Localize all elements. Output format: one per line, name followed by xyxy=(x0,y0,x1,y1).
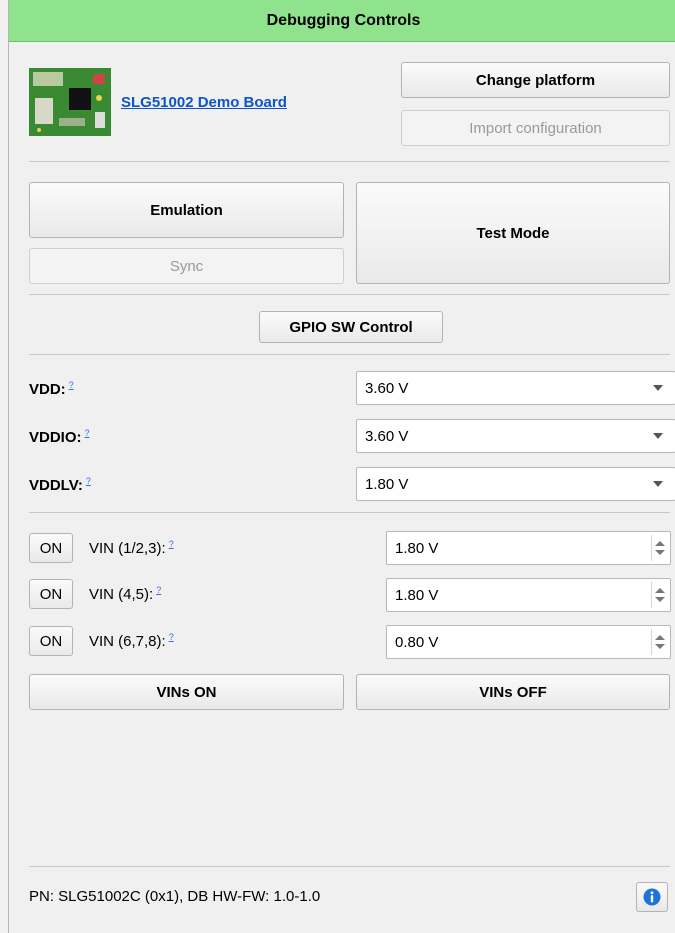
vin-1-toggle-button[interactable]: ON xyxy=(29,533,73,563)
info-button[interactable] xyxy=(636,882,668,912)
divider xyxy=(29,294,670,295)
chevron-down-icon xyxy=(653,433,663,439)
debugging-controls-panel: Debugging Controls SLG51002 Demo Board C… xyxy=(8,0,675,933)
vin-1-spinbox[interactable]: 1.80 V xyxy=(386,531,671,565)
vddio-label: VDDIO:? xyxy=(29,428,90,446)
help-icon[interactable]: ? xyxy=(86,476,91,486)
change-platform-button[interactable]: Change platform xyxy=(401,62,670,98)
vin-1-value: 1.80 V xyxy=(395,539,439,557)
spinner-arrows-icon[interactable] xyxy=(651,535,668,561)
gpio-sw-control-button[interactable]: GPIO SW Control xyxy=(259,311,443,343)
emulation-button[interactable]: Emulation xyxy=(29,182,344,238)
vin-2-value: 1.80 V xyxy=(395,586,439,604)
vdd-select[interactable]: 3.60 V xyxy=(356,371,675,405)
help-icon[interactable]: ? xyxy=(69,380,74,390)
vins-on-button[interactable]: VINs ON xyxy=(29,674,344,710)
vddlv-label: VDDLV:? xyxy=(29,476,91,494)
board-thumbnail xyxy=(29,68,111,136)
chevron-down-icon xyxy=(653,385,663,391)
vin-3-toggle-button[interactable]: ON xyxy=(29,626,73,656)
import-configuration-button[interactable]: Import configuration xyxy=(401,110,670,146)
vdd-value: 3.60 V xyxy=(365,379,409,397)
divider xyxy=(29,161,670,162)
vin-3-value: 0.80 V xyxy=(395,633,439,651)
vin-2-spinbox[interactable]: 1.80 V xyxy=(386,578,671,612)
vin-3-label: VIN (6,7,8):? xyxy=(89,632,174,650)
vddlv-select[interactable]: 1.80 V xyxy=(356,467,675,501)
help-icon[interactable]: ? xyxy=(169,632,174,642)
board-link[interactable]: SLG51002 Demo Board xyxy=(121,94,287,111)
status-text: PN: SLG51002C (0x1), DB HW-FW: 1.0-1.0 xyxy=(29,888,321,905)
test-mode-button[interactable]: Test Mode xyxy=(356,182,670,284)
divider xyxy=(29,354,670,355)
vddio-value: 3.60 V xyxy=(365,427,409,445)
divider xyxy=(29,512,670,513)
info-icon xyxy=(643,888,661,906)
help-icon[interactable]: ? xyxy=(85,428,90,438)
chevron-down-icon xyxy=(653,481,663,487)
sync-button[interactable]: Sync xyxy=(29,248,344,284)
vin-2-label: VIN (4,5):? xyxy=(89,585,162,603)
vin-1-label: VIN (1/2,3):? xyxy=(89,539,174,557)
spinner-arrows-icon[interactable] xyxy=(651,582,668,608)
vddlv-value: 1.80 V xyxy=(365,475,409,493)
divider xyxy=(29,866,670,867)
vddio-select[interactable]: 3.60 V xyxy=(356,419,675,453)
help-icon[interactable]: ? xyxy=(156,585,161,595)
panel-title: Debugging Controls xyxy=(9,0,675,42)
vin-2-toggle-button[interactable]: ON xyxy=(29,579,73,609)
help-icon[interactable]: ? xyxy=(169,539,174,549)
vins-off-button[interactable]: VINs OFF xyxy=(356,674,670,710)
vdd-label: VDD:? xyxy=(29,380,74,398)
vin-3-spinbox[interactable]: 0.80 V xyxy=(386,625,671,659)
spinner-arrows-icon[interactable] xyxy=(651,629,668,655)
